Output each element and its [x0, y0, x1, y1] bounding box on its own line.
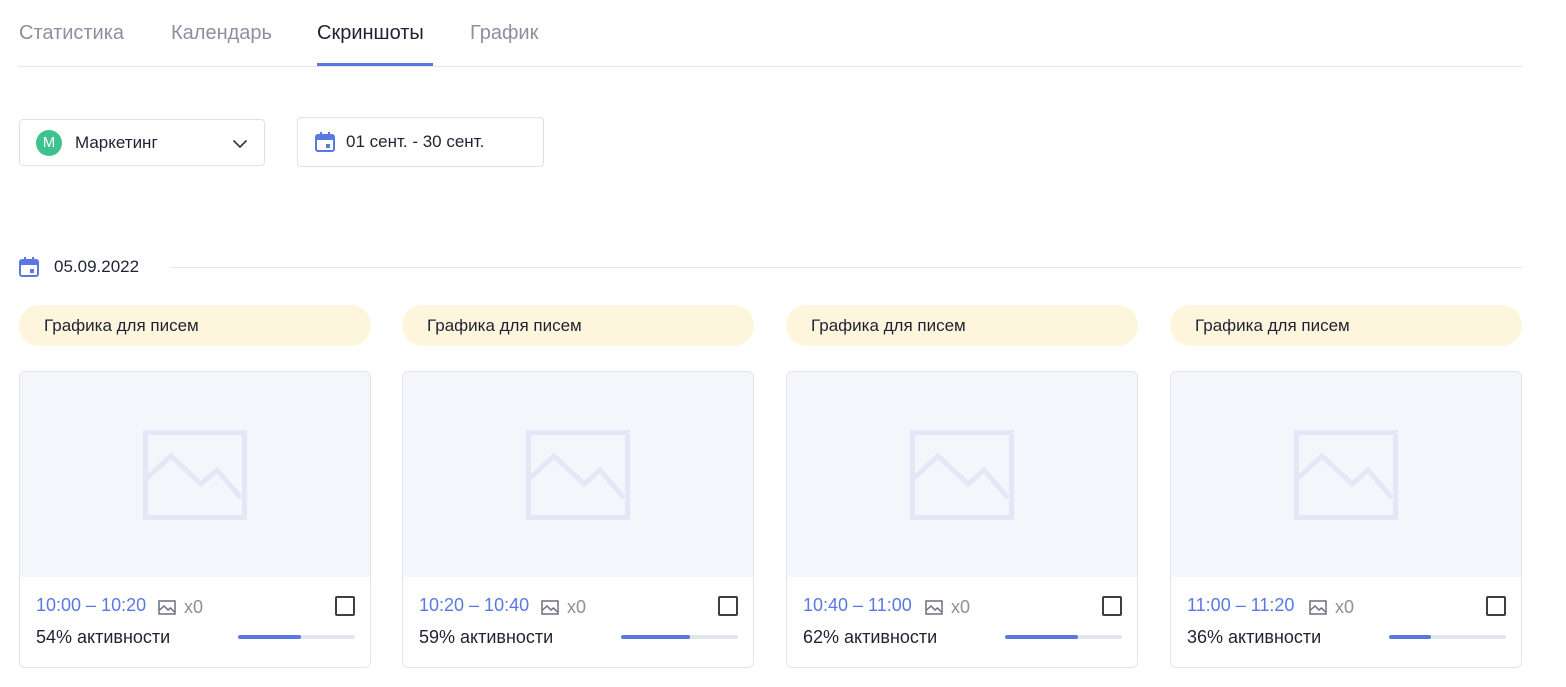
screenshot-thumbnail[interactable]	[1171, 372, 1521, 577]
screenshot-thumbnail[interactable]	[787, 372, 1137, 577]
calendar-icon	[19, 257, 39, 277]
time-range: 10:20 – 10:40	[419, 595, 530, 615]
active-tab-indicator	[317, 63, 433, 66]
tab-schedule[interactable]: График	[470, 22, 538, 45]
day-date: 05.09.2022	[54, 257, 140, 276]
screenshot-card: 10:20 – 10:40 x0 59% активности	[402, 371, 754, 668]
image-placeholder-icon	[526, 429, 630, 520]
screenshot-count-label: x0	[1335, 597, 1355, 617]
select-checkbox[interactable]	[1486, 596, 1506, 616]
activity-bar	[1389, 635, 1506, 639]
activity-bar	[238, 635, 355, 639]
chevron-down-icon	[233, 140, 247, 148]
screenshot-card: 10:40 – 11:00 x0 62% активности	[786, 371, 1138, 668]
calendar-icon	[315, 132, 335, 152]
project-select-label: Маркетинг	[75, 132, 158, 152]
screenshot-card: 11:00 – 11:20 x0 36% активности	[1170, 371, 1522, 668]
image-icon	[925, 600, 943, 615]
activity-bar	[621, 635, 738, 639]
screenshot-count-label: x0	[567, 597, 587, 617]
activity-bar-fill	[621, 635, 691, 639]
image-placeholder-icon	[143, 429, 247, 520]
project-select[interactable]: M Маркетинг	[19, 119, 265, 166]
activity-bar-fill	[1005, 635, 1078, 639]
screenshot-count: x0	[158, 597, 203, 618]
activity-bar	[1005, 635, 1122, 639]
time-range: 11:00 – 11:20	[1187, 595, 1295, 615]
image-icon	[1309, 600, 1327, 615]
image-icon	[158, 600, 176, 615]
task-tag: Графика для писем	[786, 305, 1138, 346]
screenshot-count: x0	[541, 597, 586, 618]
date-range-label: 01 сент. - 30 сент.	[346, 132, 485, 151]
select-checkbox[interactable]	[1102, 596, 1122, 616]
day-header: 05.09.2022	[18, 254, 1522, 280]
activity-label: 59% активности	[419, 627, 554, 647]
activity-label: 54% активности	[36, 627, 171, 647]
activity-label: 36% активности	[1187, 627, 1322, 647]
screenshot-count-label: x0	[951, 597, 971, 617]
screenshot-thumbnail[interactable]	[403, 372, 753, 577]
screenshot-count-label: x0	[184, 597, 204, 617]
activity-label: 62% активности	[803, 627, 938, 647]
tab-bar: Статистика Календарь Скриншоты График	[18, 0, 1522, 67]
image-icon	[541, 600, 559, 615]
select-checkbox[interactable]	[718, 596, 738, 616]
screenshot-card: 10:00 – 10:20 x0 54% активности	[19, 371, 371, 668]
tab-statistics[interactable]: Статистика	[19, 22, 124, 45]
screenshot-count: x0	[1309, 597, 1354, 618]
task-tag: Графика для писем	[19, 305, 371, 346]
task-tag: Графика для писем	[402, 305, 754, 346]
date-range-picker[interactable]: 01 сент. - 30 сент.	[297, 117, 544, 167]
divider	[171, 267, 1522, 268]
screenshot-thumbnail[interactable]	[20, 372, 370, 577]
project-avatar: M	[36, 129, 62, 156]
select-checkbox[interactable]	[335, 596, 355, 616]
activity-bar-fill	[238, 635, 302, 639]
tab-screenshots[interactable]: Скриншоты	[317, 22, 424, 45]
image-placeholder-icon	[910, 429, 1014, 520]
activity-bar-fill	[1389, 635, 1432, 639]
time-range: 10:40 – 11:00	[803, 595, 912, 615]
tab-calendar[interactable]: Календарь	[171, 22, 272, 45]
image-placeholder-icon	[1294, 429, 1398, 520]
time-range: 10:00 – 10:20	[36, 595, 147, 615]
task-tag: Графика для писем	[1170, 305, 1522, 346]
screenshot-count: x0	[925, 597, 970, 618]
